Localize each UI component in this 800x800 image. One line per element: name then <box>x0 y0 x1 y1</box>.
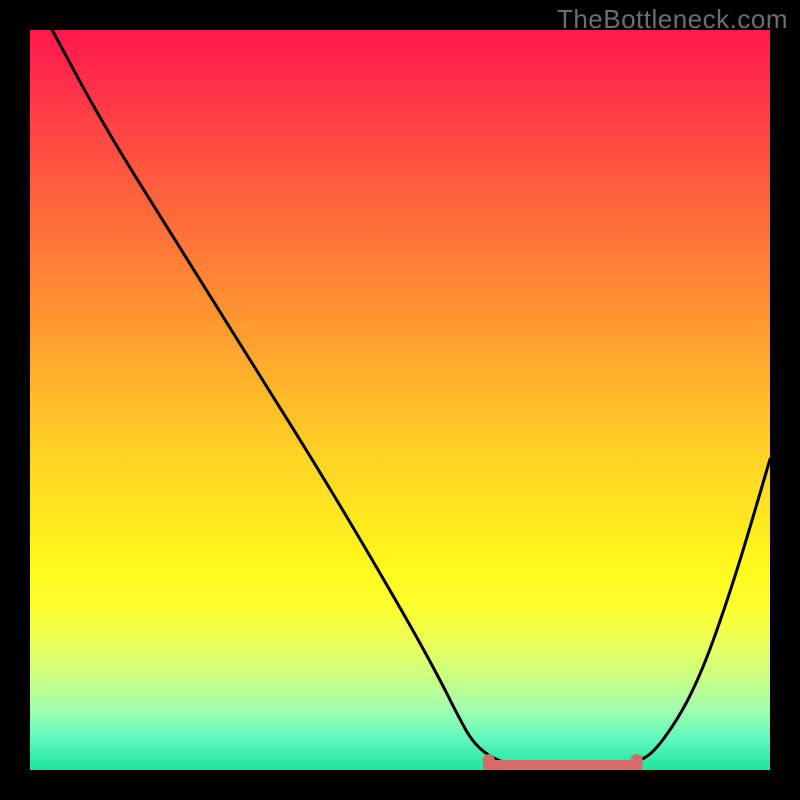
chart-frame: TheBottleneck.com <box>0 0 800 800</box>
plot-area <box>30 30 770 770</box>
optimal-end-dot <box>631 754 643 766</box>
watermark-text: TheBottleneck.com <box>557 4 788 35</box>
optimal-start-dot <box>483 754 495 766</box>
curve-line <box>52 30 770 770</box>
bottleneck-curve <box>30 30 770 770</box>
